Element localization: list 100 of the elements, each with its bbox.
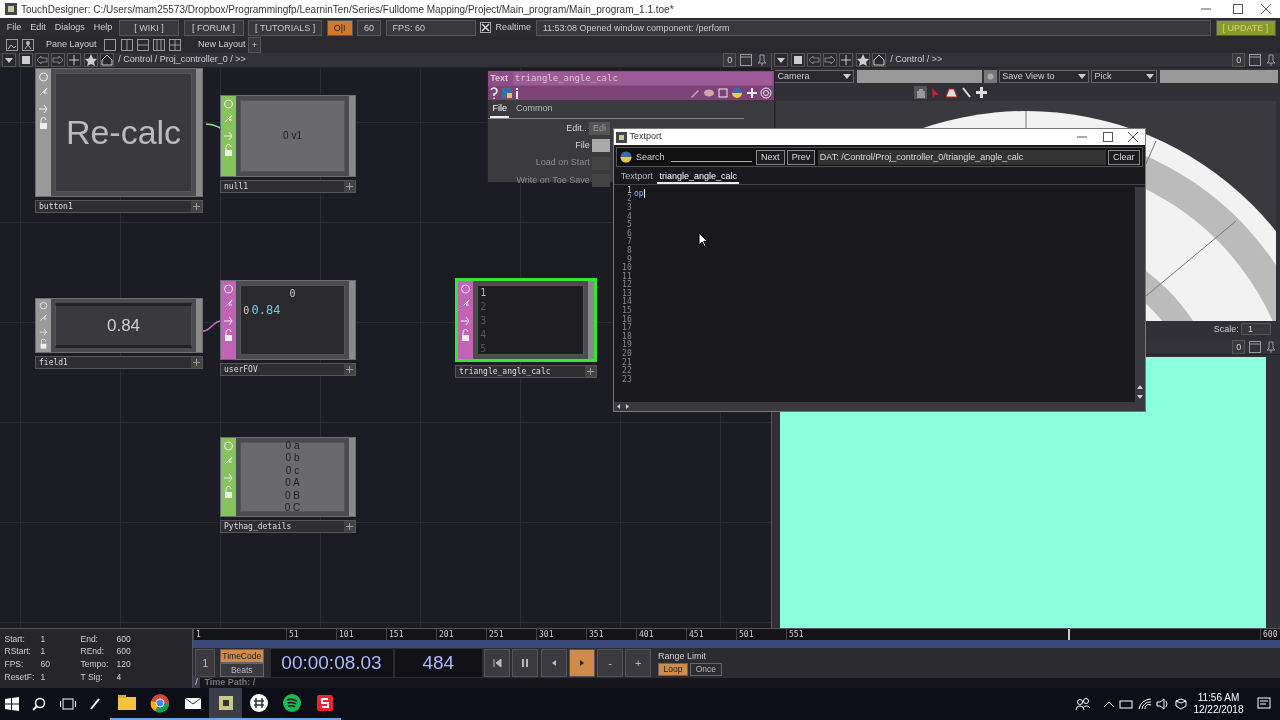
- maximize-icon[interactable]: [1233, 4, 1243, 14]
- pane-layout-icon[interactable]: [135, 38, 150, 52]
- info-icon[interactable]: [514, 87, 519, 99]
- time-mode-button[interactable]: Beats: [219, 663, 264, 677]
- line-number: 10: [622, 264, 632, 273]
- target-icon[interactable]: [759, 87, 772, 99]
- stop-icon[interactable]: [18, 53, 33, 67]
- menu-item[interactable]: File: [4, 20, 24, 35]
- pane-layout-icon[interactable]: [119, 38, 134, 52]
- operator-node[interactable]: 0.84: [35, 298, 203, 353]
- stop-icon[interactable]: [790, 53, 805, 67]
- wifi-icon[interactable]: [1137, 698, 1152, 710]
- chat-icon: [247, 692, 270, 714]
- vertical-scrollbar[interactable]: [1135, 186, 1145, 402]
- textport-tab[interactable]: triangle_angle_calc: [657, 169, 740, 184]
- python-icon[interactable]: [619, 151, 632, 164]
- transport-button[interactable]: +: [625, 649, 652, 677]
- line-number: 1: [626, 186, 632, 195]
- camera-dropdown[interactable]: Camera: [774, 70, 855, 84]
- star-icon[interactable]: [855, 53, 870, 67]
- music-icon: [280, 692, 303, 714]
- start-field[interactable]: 1: [195, 649, 216, 677]
- realtime-checkbox[interactable]: [480, 22, 492, 33]
- perform-toggle[interactable]: O|I: [326, 19, 353, 36]
- scale-field[interactable]: 1: [1241, 323, 1271, 336]
- network-path[interactable]: / Control / Proj_controller_0 / >>: [118, 53, 721, 67]
- clone-icon[interactable]: [717, 87, 729, 99]
- toggle-button[interactable]: [592, 173, 610, 187]
- clock-time: 11:56 AM: [1197, 692, 1240, 704]
- window-icon[interactable]: [1247, 340, 1262, 354]
- counter-field: 0: [1232, 340, 1246, 354]
- time-mode-button[interactable]: TimeCode: [219, 649, 264, 663]
- back-arrow-icon[interactable]: [34, 53, 49, 67]
- prev-button[interactable]: Prev: [786, 149, 816, 165]
- timeline-scrollbar[interactable]: [193, 640, 1280, 648]
- dropdown-icon[interactable]: [774, 53, 789, 67]
- line-number: 18: [622, 332, 632, 341]
- comment-icon[interactable]: [702, 87, 715, 99]
- range-mode-button[interactable]: Once: [690, 663, 722, 677]
- menu-item[interactable]: Edit: [28, 20, 49, 35]
- image-icon[interactable]: [4, 38, 19, 52]
- maximize-icon[interactable]: [1102, 132, 1113, 142]
- operator-node[interactable]: Re-calc: [35, 68, 203, 197]
- horizontal-scrollbar[interactable]: [614, 402, 1145, 411]
- operator-node[interactable]: 0 0 0.84: [220, 280, 356, 360]
- box-icon[interactable]: [1174, 698, 1187, 710]
- home-icon[interactable]: [99, 53, 114, 67]
- task-view-icon[interactable]: [59, 698, 76, 710]
- close-icon[interactable]: [1128, 132, 1139, 142]
- window-icon[interactable]: [1247, 53, 1262, 67]
- transport-button[interactable]: [568, 649, 595, 677]
- add-layout-button[interactable]: +: [247, 37, 262, 53]
- viewer-option-field[interactable]: [1159, 70, 1278, 84]
- python-help-icon[interactable]: [500, 87, 513, 99]
- transport-button[interactable]: [484, 649, 510, 677]
- pane-layout-icon[interactable]: [168, 38, 183, 52]
- range-mode-button[interactable]: Loop: [658, 663, 688, 677]
- menu-item[interactable]: Help: [91, 20, 115, 35]
- forward-arrow-icon[interactable]: [51, 53, 65, 67]
- notification-icon[interactable]: [1257, 697, 1271, 711]
- back-arrow-icon[interactable]: [806, 53, 821, 67]
- root-button[interactable]: /: [193, 676, 200, 690]
- taskbar-app-button[interactable]: [209, 688, 242, 720]
- star-icon[interactable]: [83, 53, 98, 67]
- close-icon[interactable]: [1261, 4, 1271, 14]
- lock-icon[interactable]: [983, 70, 997, 84]
- dropdown-icon[interactable]: [2, 53, 17, 67]
- chevron-up-icon[interactable]: [1102, 700, 1115, 708]
- viewer-name-field[interactable]: [856, 70, 982, 84]
- people-icon[interactable]: [1075, 697, 1092, 711]
- window-title: TouchDesigner: C:/Users/mam25573/Dropbox/Programmingfp/LearninTen/Series/Fulldome Mapping/Project/Main_program/Main_program_1.1.toe*: [21, 2, 675, 17]
- network-path[interactable]: / Control / >>: [890, 53, 1230, 67]
- home-icon[interactable]: [871, 53, 886, 67]
- pane-layout-icon[interactable]: [103, 38, 118, 52]
- save-view-dropdown[interactable]: Save View to: [999, 70, 1089, 84]
- help-icon[interactable]: [490, 87, 499, 99]
- window-icon[interactable]: [738, 53, 753, 67]
- parameter-tab[interactable]: Common: [513, 102, 555, 118]
- transport-button[interactable]: [512, 649, 539, 677]
- link-button[interactable]: [ TUTORIALS ]: [248, 19, 323, 36]
- transport-button[interactable]: -: [597, 649, 623, 677]
- next-button[interactable]: Next: [756, 149, 785, 165]
- fps-limit-field[interactable]: 60: [357, 19, 382, 36]
- file-field[interactable]: [592, 139, 610, 153]
- forward-arrow-icon[interactable]: [823, 53, 837, 67]
- clock-date: 12/22/2018: [1193, 704, 1244, 716]
- textport-tab[interactable]: Textport: [618, 169, 655, 184]
- start-icon[interactable]: [4, 697, 19, 711]
- pick-dropdown[interactable]: Pick: [1091, 70, 1158, 84]
- pane-layout-icon[interactable]: [152, 38, 167, 52]
- tree-icon[interactable]: [20, 38, 35, 52]
- info-value: 600: [116, 632, 132, 646]
- link-button[interactable]: [ WIKI ]: [119, 19, 180, 36]
- volume-icon[interactable]: [1156, 698, 1171, 710]
- clear-button[interactable]: Clear: [1108, 149, 1140, 165]
- device-icon[interactable]: [1119, 698, 1134, 710]
- parameter-tab[interactable]: File: [490, 102, 510, 118]
- search-icon[interactable]: [32, 697, 46, 711]
- menu-item[interactable]: Dialogs: [52, 20, 88, 35]
- link-button[interactable]: [ FORUM ]: [183, 19, 244, 36]
